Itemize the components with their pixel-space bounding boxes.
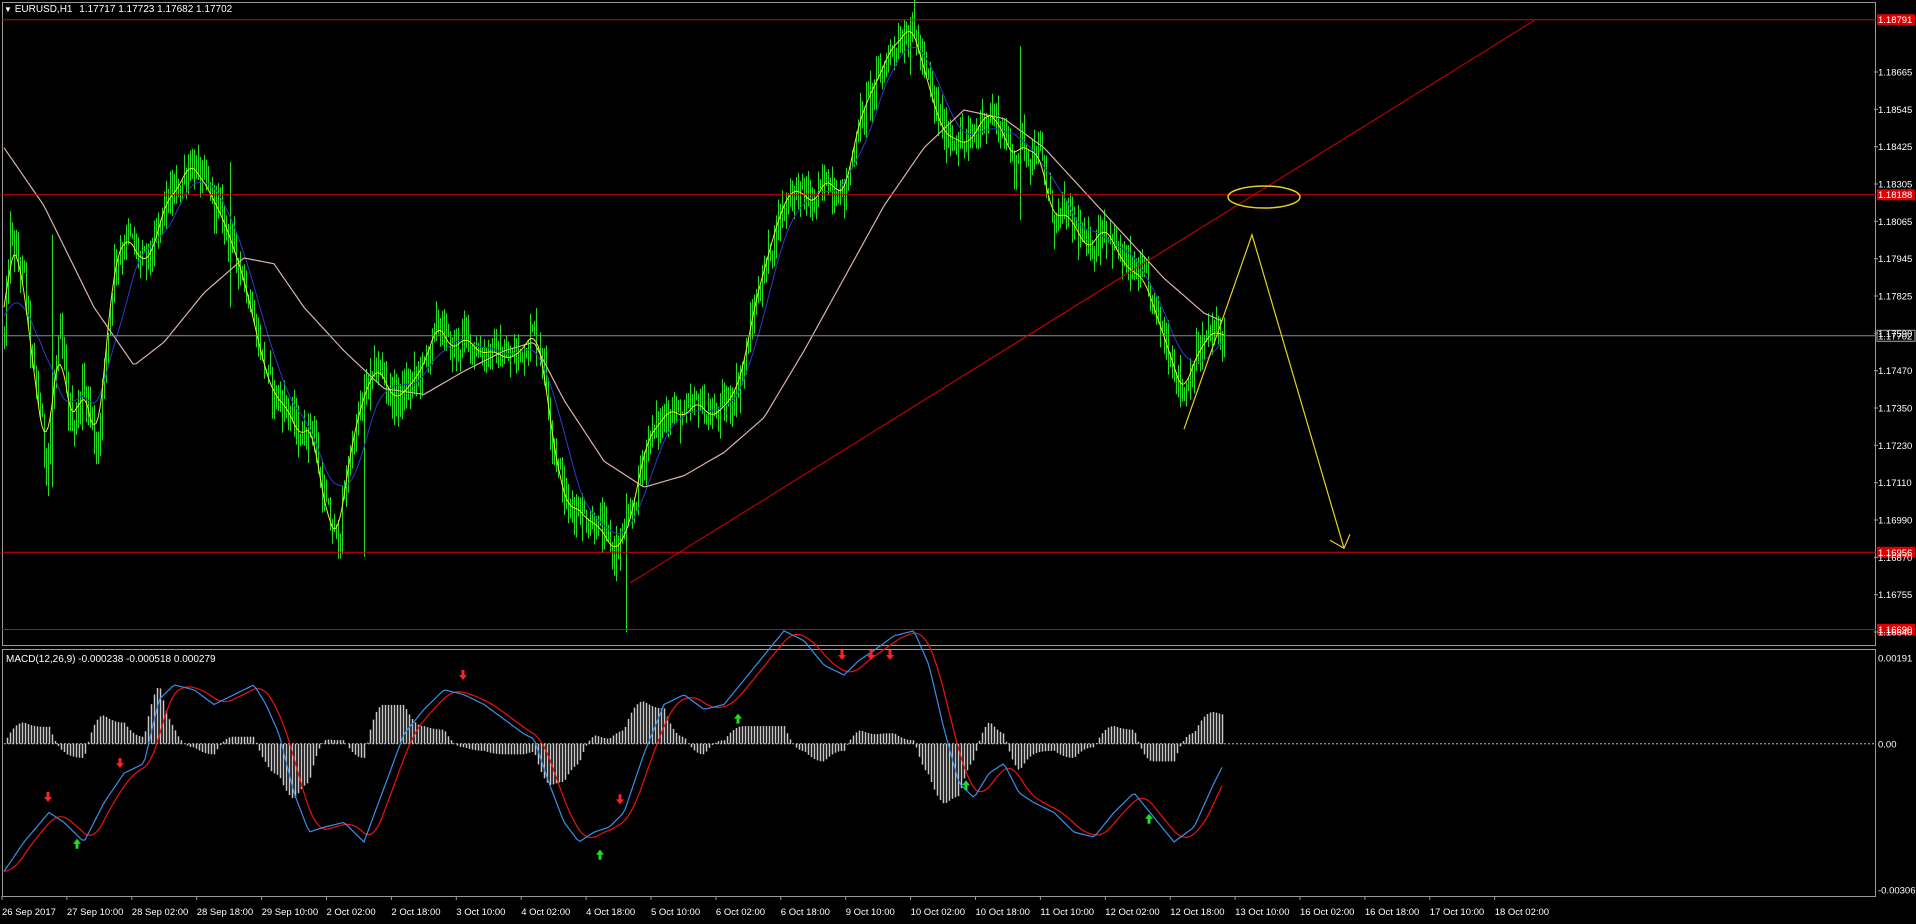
price-tick-label: 1.17825 (1878, 292, 1912, 303)
candles (4, 0, 1225, 633)
time-label: 10 Oct 02:00 (911, 907, 965, 918)
buy-arrow-icon (73, 838, 81, 849)
time-label: 6 Oct 18:00 (781, 907, 830, 918)
time-label: 13 Oct 10:00 (1235, 907, 1289, 918)
horizontal-levels: 1.187911.181881.177021.169561.16690 (2, 14, 1916, 636)
buy-arrow-icon (734, 713, 742, 724)
sell-arrow-icon (459, 669, 467, 680)
mid-moving-average-line (3, 46, 1223, 534)
time-label: 26 Sep 2017 (2, 907, 56, 918)
price-tick-label: 1.18665 (1878, 68, 1912, 79)
buy-arrow-icon (596, 849, 604, 860)
time-label: 5 Oct 10:00 (651, 907, 700, 918)
time-label: 3 Oct 10:00 (456, 907, 505, 918)
chart-menu-icon[interactable]: ▼ (4, 5, 12, 14)
price-tag-label: 1.18188 (1878, 190, 1912, 201)
price-tick-label: 1.17590 (1878, 329, 1912, 340)
time-label: 18 Oct 02:00 (1495, 907, 1549, 918)
moving-averages (3, 31, 1225, 548)
price-tick-label: 1.16990 (1878, 516, 1912, 527)
price-tick-label: 1.18065 (1878, 217, 1912, 228)
slow-moving-average-line (3, 109, 1223, 488)
time-label: 11 Oct 10:00 (1040, 907, 1094, 918)
time-label: 28 Sep 18:00 (197, 907, 254, 918)
price-tick-label: 1.17945 (1878, 254, 1912, 265)
symbol-label: EURUSD,H1 (14, 4, 73, 15)
price-tick-label: 1.17470 (1878, 366, 1912, 377)
price-tick-label: 1.16640 (1878, 628, 1912, 639)
price-tick-label: 1.18545 (1878, 105, 1912, 116)
time-label: 16 Oct 02:00 (1300, 907, 1354, 918)
annotations (629, 20, 1535, 584)
time-label: 12 Oct 02:00 (1105, 907, 1159, 918)
price-tick-label: 1.16755 (1878, 590, 1912, 601)
price-tick-label: 1.18305 (1878, 180, 1912, 191)
time-label: 17 Oct 10:00 (1430, 907, 1484, 918)
sell-arrow-icon (867, 650, 875, 660)
price-tick-label: 1.17110 (1878, 478, 1912, 489)
time-label: 16 Oct 18:00 (1365, 907, 1419, 918)
sell-arrow-icon (838, 650, 846, 660)
fast-moving-average-line (3, 31, 1225, 548)
sell-arrow-icon (616, 794, 624, 805)
time-label: 28 Sep 02:00 (132, 907, 189, 918)
price-tick-label: 1.17230 (1878, 441, 1912, 452)
time-label: 27 Sep 10:00 (67, 907, 124, 918)
time-label: 4 Oct 02:00 (521, 907, 570, 918)
target-zone-ellipse (1227, 185, 1301, 209)
sell-arrow-icon (886, 650, 894, 660)
chart-header: ▼ EURUSD,H1 1.17717 1.17723 1.17682 1.17… (4, 4, 232, 15)
time-label: 10 Oct 18:00 (976, 907, 1030, 918)
time-label: 12 Oct 18:00 (1170, 907, 1224, 918)
buy-arrow-icon (962, 780, 970, 791)
projection-zigzag (1183, 232, 1345, 549)
macd-tick-label: 0.00 (1878, 739, 1897, 750)
macd-tick-label: -0.00306 (1878, 886, 1916, 897)
price-tick-label: 1.16870 (1878, 553, 1912, 564)
eurusd-h1-chart: 1.187911.181881.177021.169561.16690 1.18… (1, 0, 1916, 918)
time-label: 9 Oct 10:00 (846, 907, 895, 918)
sell-arrow-icon (116, 758, 124, 769)
time-label: 2 Oct 18:00 (391, 907, 440, 918)
signal-line (3, 632, 1223, 873)
price-tag-label: 1.18791 (1878, 15, 1912, 26)
macd-subwindow (3, 630, 1876, 873)
time-label: 4 Oct 18:00 (586, 907, 635, 918)
macd-tick-label: 0.00191 (1878, 654, 1912, 665)
ohlc-values: 1.17717 1.17723 1.17682 1.17702 (79, 4, 233, 15)
price-tick-label: 1.17350 (1878, 404, 1912, 415)
sell-arrow-icon (44, 792, 52, 803)
time-label: 29 Sep 10:00 (262, 907, 319, 918)
trendline (629, 20, 1535, 584)
time-label: 2 Oct 02:00 (327, 907, 376, 918)
macd-header: MACD(12,26,9) -0.000238 -0.000518 0.0002… (6, 654, 216, 665)
time-label: 6 Oct 02:00 (716, 907, 765, 918)
price-tick-label: 1.18425 (1878, 142, 1912, 153)
